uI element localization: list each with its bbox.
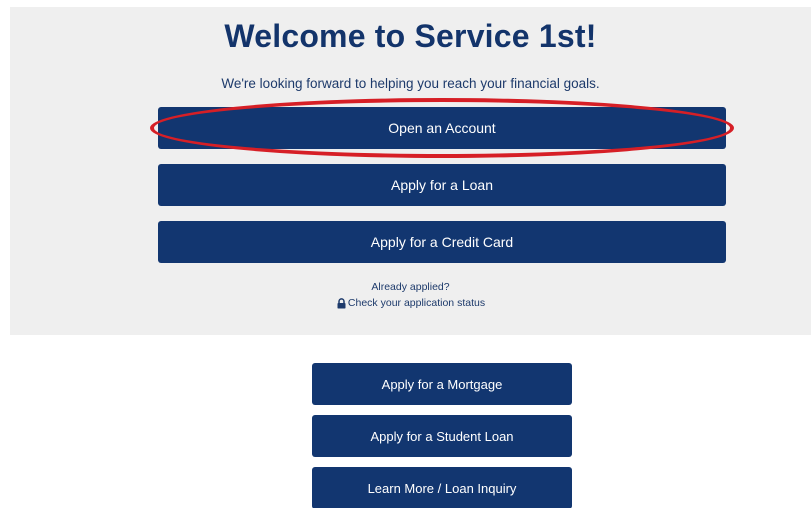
apply-mortgage-button[interactable]: Apply for a Mortgage — [312, 363, 572, 405]
check-application-status-label: Check your application status — [347, 297, 486, 309]
apply-student-loan-button[interactable]: Apply for a Student Loan — [312, 415, 572, 457]
apply-loan-button[interactable]: Apply for a Loan — [158, 164, 726, 206]
check-application-status-link[interactable]: Check your application status — [10, 297, 811, 309]
welcome-subtitle: We're looking forward to helping you rea… — [221, 76, 600, 91]
open-account-button[interactable]: Open an Account — [158, 107, 726, 149]
page-title: Welcome to Service 1st! — [224, 18, 597, 54]
lock-icon — [336, 297, 347, 309]
page: Welcome to Service 1st! We're looking fo… — [0, 0, 811, 508]
learn-more-loan-inquiry-button[interactable]: Learn More / Loan Inquiry — [312, 467, 572, 508]
apply-credit-card-button[interactable]: Apply for a Credit Card — [158, 221, 726, 263]
already-applied-label: Already applied? — [371, 281, 450, 293]
